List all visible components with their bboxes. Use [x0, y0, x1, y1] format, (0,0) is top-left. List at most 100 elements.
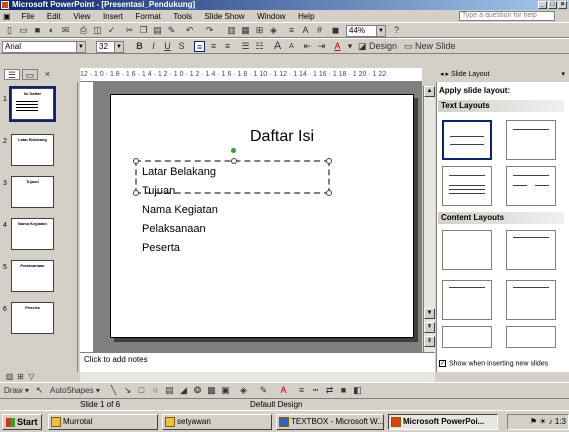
next-slide-button[interactable]: ⇟: [424, 336, 435, 347]
design-button[interactable]: ◪ Design: [358, 41, 400, 52]
resize-handle[interactable]: [133, 158, 139, 164]
dash-style-icon[interactable]: ┅: [310, 385, 321, 396]
line-style-icon[interactable]: ≡: [296, 385, 307, 396]
diagram-icon[interactable]: ❂: [192, 385, 203, 396]
font-color-dropdown[interactable]: ▾: [346, 41, 354, 52]
start-button[interactable]: Start: [2, 414, 42, 430]
font-size-select[interactable]: 32 ▼: [96, 41, 124, 53]
font-color-icon[interactable]: A: [332, 41, 343, 52]
italic-button[interactable]: I: [148, 41, 159, 52]
zoom-select[interactable]: 44% ▼: [346, 25, 386, 37]
decrease-indent-icon[interactable]: ⇤: [302, 41, 313, 52]
redo-icon[interactable]: ↷: [204, 25, 215, 36]
email-icon[interactable]: ✉: [60, 25, 71, 36]
wordart-icon[interactable]: ◢: [178, 385, 189, 396]
increase-font-icon[interactable]: A: [272, 41, 283, 52]
select-objects-icon[interactable]: ↖: [34, 385, 45, 396]
tab-outline[interactable]: ☰: [4, 69, 20, 80]
layout-2content-title[interactable]: [506, 326, 556, 348]
spelling-icon[interactable]: ✓: [106, 25, 117, 36]
back-arrow-icon[interactable]: ◂: [440, 71, 444, 78]
restore-button[interactable]: □: [548, 1, 557, 9]
forward-arrow-icon[interactable]: ▸: [445, 71, 449, 78]
fill-color-icon[interactable]: ◈: [238, 385, 249, 396]
ask-question-input[interactable]: Type a question for help: [459, 11, 555, 21]
slideshow-view-icon[interactable]: ▽: [26, 372, 37, 381]
task-pane-dropdown-icon[interactable]: ▾: [561, 68, 565, 82]
layout-four-content[interactable]: [506, 280, 556, 320]
grid-icon[interactable]: #: [314, 25, 325, 36]
horizontal-scrollbar[interactable]: [80, 372, 435, 382]
bullets-icon[interactable]: ☷: [254, 41, 265, 52]
show-new-slides-checkbox[interactable]: ✓ Show when inserting new slides: [439, 360, 548, 367]
sorter-view-icon[interactable]: ⊞: [15, 372, 26, 381]
line-icon[interactable]: ╲: [108, 385, 119, 396]
bullet-item[interactable]: Pelaksanaan: [142, 223, 206, 235]
tray-icons[interactable]: ⚑ ☀ ♪: [530, 417, 555, 426]
tab-slides[interactable]: ▭: [22, 69, 38, 80]
bullet-item[interactable]: Peserta: [142, 242, 180, 254]
font-color-draw-icon[interactable]: A: [278, 385, 289, 396]
layout-two-column[interactable]: [506, 166, 556, 206]
close-button[interactable]: ×: [558, 1, 567, 9]
layout-title-slide[interactable]: [442, 120, 492, 160]
3d-icon[interactable]: ◧: [352, 385, 363, 396]
numbering-icon[interactable]: ☰: [240, 41, 251, 52]
vertical-scrollbar[interactable]: ▲ ▼ ⇞ ⇟: [423, 86, 435, 352]
print-preview-icon[interactable]: ◫: [92, 25, 103, 36]
print-icon[interactable]: ⎙: [78, 25, 89, 36]
draw-menu[interactable]: Draw ▾: [4, 385, 30, 396]
color-grayscale-icon[interactable]: ◼: [330, 25, 341, 36]
insert-diagram-icon[interactable]: ◈: [268, 25, 279, 36]
resize-handle[interactable]: [326, 190, 332, 196]
align-right-icon[interactable]: ≡: [222, 41, 233, 52]
copy-icon[interactable]: ❐: [138, 25, 149, 36]
resize-handle[interactable]: [133, 190, 139, 196]
bullet-item[interactable]: Latar Belakang: [142, 166, 216, 178]
clipart-icon[interactable]: ▩: [206, 385, 217, 396]
layout-blank[interactable]: [442, 230, 492, 270]
bold-button[interactable]: B: [134, 41, 145, 52]
layout-title-2content[interactable]: [442, 326, 492, 348]
resize-handle[interactable]: [326, 158, 332, 164]
paste-icon[interactable]: ▤: [152, 25, 163, 36]
bullet-item[interactable]: Nama Kegiatan: [142, 204, 218, 216]
scroll-up-button[interactable]: ▲: [424, 86, 435, 97]
increase-indent-icon[interactable]: ⇥: [316, 41, 327, 52]
align-left-icon[interactable]: ≡: [194, 41, 205, 52]
font-select[interactable]: Arial ▼: [2, 41, 86, 53]
help-icon[interactable]: ?: [391, 25, 402, 36]
insert-chart-icon[interactable]: ▥: [226, 25, 237, 36]
notes-area[interactable]: Click to add notes: [80, 352, 435, 372]
close-pane-icon[interactable]: ×: [42, 69, 53, 80]
task-powerpoint[interactable]: Microsoft PowerPoi...: [388, 414, 498, 430]
task-murrotal[interactable]: Murrotal: [48, 414, 158, 430]
rotate-handle[interactable]: [231, 148, 236, 153]
layout-title-content[interactable]: [442, 280, 492, 320]
resize-handle[interactable]: [231, 158, 237, 164]
slide-title[interactable]: Daftar Isi: [222, 128, 342, 146]
shadow-button[interactable]: S: [176, 41, 187, 52]
decrease-font-icon[interactable]: A: [286, 41, 297, 52]
rectangle-icon[interactable]: □: [136, 385, 147, 396]
picture-icon[interactable]: ▣: [220, 385, 231, 396]
align-center-icon[interactable]: ≡: [208, 41, 219, 52]
permission-icon[interactable]: ◐: [46, 25, 57, 36]
autoshapes-menu[interactable]: AutoShapes ▾: [50, 385, 100, 396]
arrow-icon[interactable]: ↘: [122, 385, 133, 396]
task-textbox-word[interactable]: TEXTBOX - Microsoft W...: [276, 414, 384, 430]
new-icon[interactable]: ▯: [4, 25, 15, 36]
layout-content[interactable]: [506, 230, 556, 270]
layout-title-text[interactable]: [442, 166, 492, 206]
cut-icon[interactable]: ✂: [124, 25, 135, 36]
bullet-item[interactable]: Tujuan: [142, 185, 175, 197]
previous-slide-button[interactable]: ⇞: [424, 322, 435, 333]
scroll-down-button[interactable]: ▼: [424, 308, 435, 319]
arrow-style-icon[interactable]: ⇄: [324, 385, 335, 396]
format-painter-icon[interactable]: ✎: [166, 25, 177, 36]
insert-table-icon[interactable]: ▦: [240, 25, 251, 36]
layout-title-only[interactable]: [506, 120, 556, 160]
open-icon[interactable]: ▭: [18, 25, 29, 36]
shadow-icon[interactable]: ■: [338, 385, 349, 396]
textbox-icon[interactable]: ▤: [164, 385, 175, 396]
